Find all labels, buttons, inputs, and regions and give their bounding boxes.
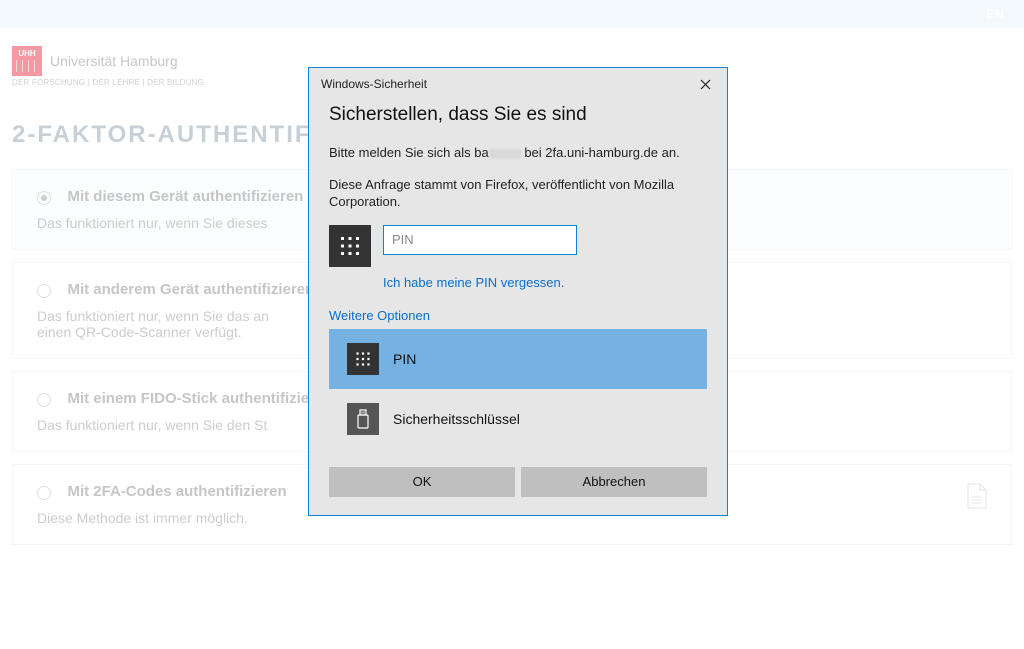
document-icon [967, 483, 987, 509]
pin-input[interactable] [383, 225, 577, 255]
forgot-pin-link[interactable]: Ich habe meine PIN vergessen. [383, 275, 707, 290]
radio-icon [37, 191, 51, 205]
dialog-origin-text: Diese Anfrage stammt von Firefox, veröff… [329, 176, 707, 211]
keypad-icon-svg [355, 351, 371, 367]
close-icon [700, 79, 711, 90]
radio-icon [37, 486, 51, 500]
redacted-user [489, 149, 521, 159]
usb-key-icon [347, 403, 379, 435]
option-pin-label: PIN [393, 351, 416, 367]
keypad-icon-svg [339, 235, 361, 257]
option-title: Mit einem FIDO-Stick authentifiziere [67, 390, 323, 407]
brand-logo-block: UHH Universität Hamburg DER FORSCHUNG | … [12, 46, 204, 87]
option-title: Mit diesem Gerät authentifizieren [67, 188, 303, 205]
more-options-label: Weitere Optionen [329, 308, 707, 323]
radio-icon [37, 393, 51, 407]
option-title: Mit anderem Gerät authentifizieren ( [67, 281, 323, 298]
brand-name: Universität Hamburg [50, 53, 178, 69]
option-security-key[interactable]: Sicherheitsschlüssel [329, 389, 707, 449]
option-pin[interactable]: PIN [329, 329, 707, 389]
dialog-window-title: Windows-Sicherheit [321, 77, 427, 91]
keypad-icon [329, 225, 371, 267]
dialog-title: Sicherstellen, dass Sie es sind [329, 104, 707, 126]
signin-suffix: bei 2fa.uni-hamburg.de an. [521, 145, 680, 160]
signin-prefix: Bitte melden Sie sich als ba [329, 145, 489, 160]
close-button[interactable] [695, 74, 715, 94]
usb-key-icon-svg [356, 409, 370, 429]
lang-switch[interactable]: EN [986, 7, 1004, 21]
ok-button[interactable]: OK [329, 467, 515, 497]
windows-security-dialog: Windows-Sicherheit Sicherstellen, dass S… [308, 67, 728, 516]
radio-icon [37, 284, 51, 298]
dialog-titlebar: Windows-Sicherheit [309, 68, 727, 100]
cancel-button[interactable]: Abbrechen [521, 467, 707, 497]
top-banner: EN [0, 0, 1024, 28]
option-title: Mit 2FA-Codes authentifizieren [67, 483, 286, 500]
brand-logo: UHH [12, 46, 42, 76]
option-key-label: Sicherheitsschlüssel [393, 411, 520, 427]
dialog-signin-text: Bitte melden Sie sich als ba bei 2fa.uni… [329, 144, 707, 162]
brand-tagline: DER FORSCHUNG | DER LEHRE | DER BILDUNG [12, 78, 204, 87]
keypad-icon [347, 343, 379, 375]
